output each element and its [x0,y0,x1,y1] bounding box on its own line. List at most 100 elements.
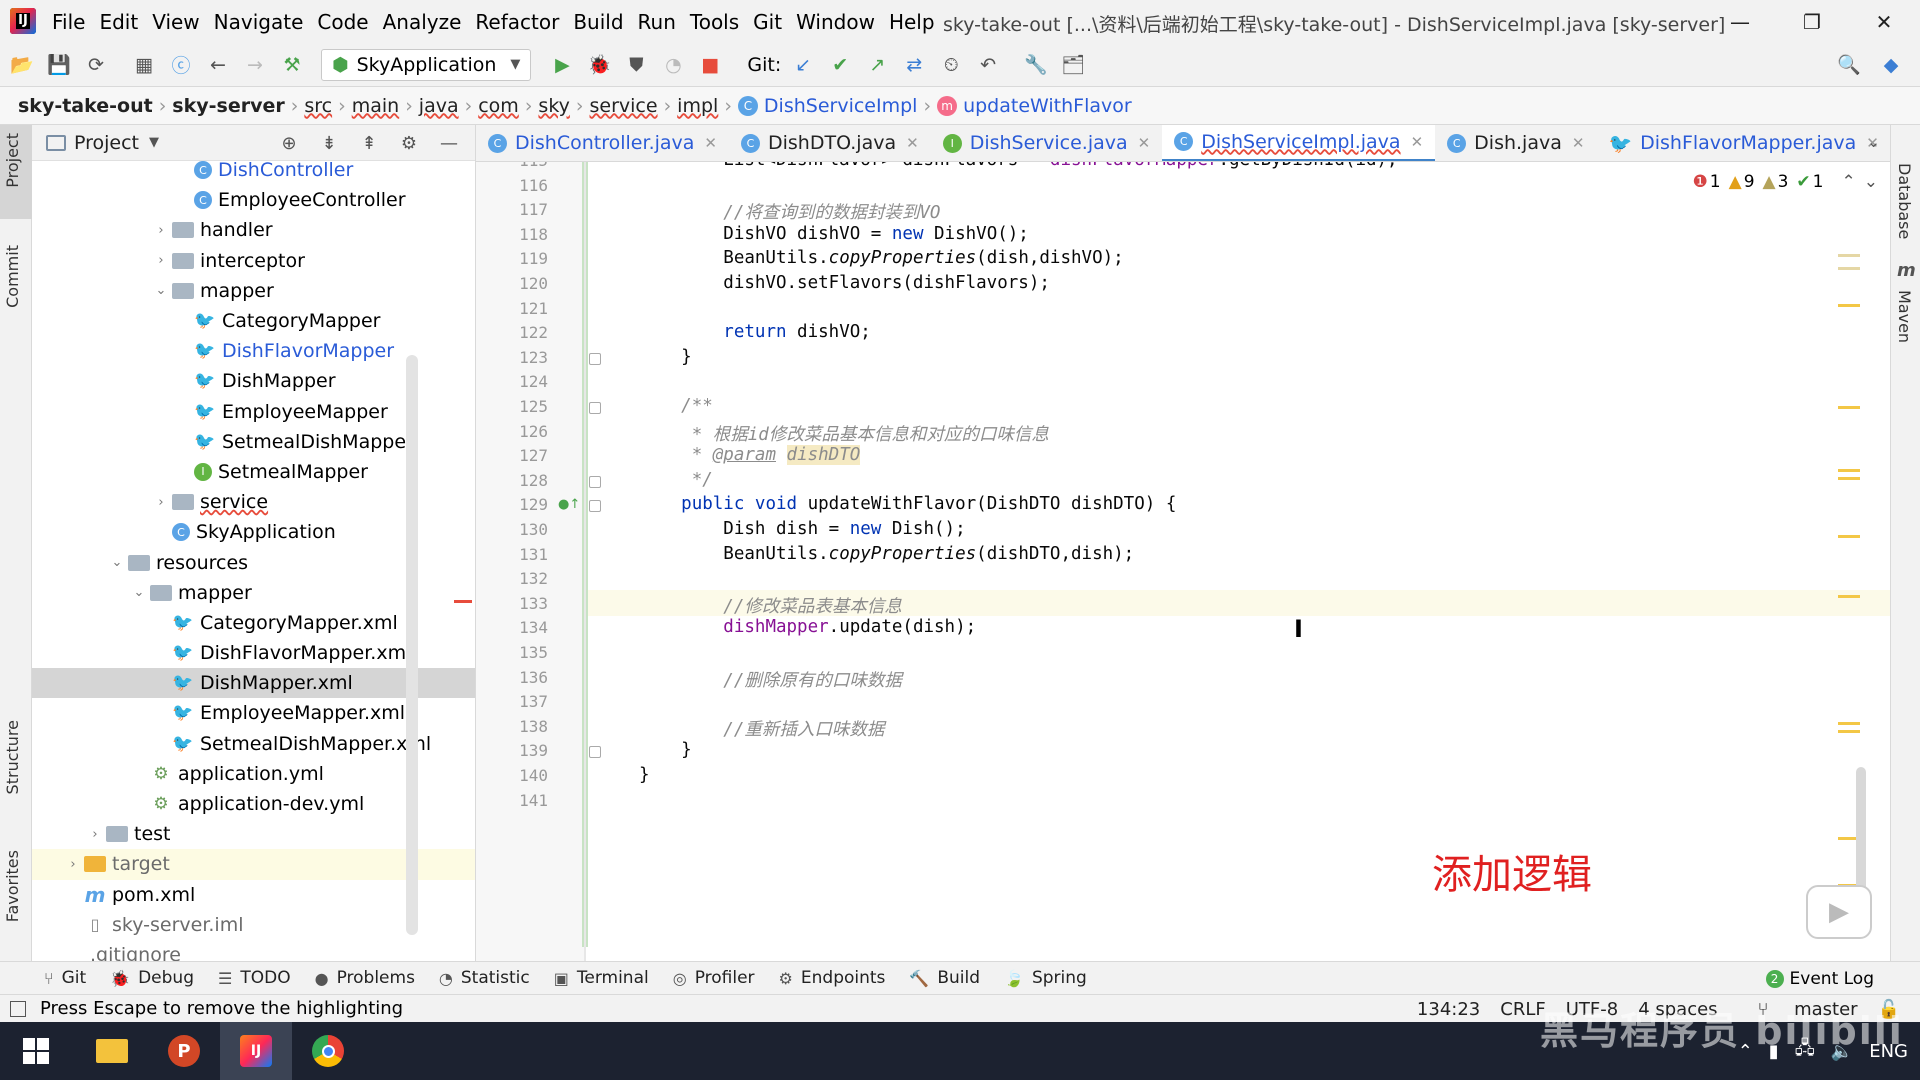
tool-window-statistic[interactable]: ◔ Statistic [439,968,530,988]
windows-start-icon[interactable] [0,1022,72,1080]
chevron-down-icon[interactable]: ⌄ [106,555,128,570]
menu-navigate[interactable]: Navigate [214,10,304,34]
menu-window[interactable]: Window [796,10,875,34]
next-highlight-icon[interactable]: ⌄ [1864,172,1878,192]
video-play-overlay-icon[interactable]: ▶ [1806,885,1872,939]
git-update-icon[interactable]: ↙ [788,50,818,80]
breadcrumb-item[interactable]: java [419,95,459,117]
run-configuration-select[interactable]: ⬢ SkyApplication ▼ [321,48,532,81]
back-arrow-icon[interactable]: ← [203,50,233,80]
breadcrumb-item[interactable]: src [304,95,332,117]
jetbrains-toolbox-icon[interactable]: ◆ [1876,50,1906,80]
chevron-right-icon[interactable]: › [150,253,172,268]
project-panel-title[interactable]: Project [74,132,139,154]
breadcrumb-item[interactable]: sky-server [172,95,284,117]
breadcrumb-item[interactable]: service [590,95,658,117]
fold-marker-icon[interactable] [589,402,601,414]
menu-refactor[interactable]: Refactor [475,10,559,34]
save-icon[interactable]: 💾 [44,50,74,80]
coverage-icon[interactable]: ⛊ [621,50,651,80]
menu-help[interactable]: Help [889,10,935,34]
chevron-down-icon[interactable]: ⌄ [150,283,172,298]
maven-tool-button[interactable]: Maven [1895,290,1914,343]
tree-item[interactable]: › handler [32,215,475,245]
favorites-tool-button[interactable]: Favorites [3,850,22,922]
tab-close-icon[interactable]: ✕ [704,134,717,152]
git-history-icon[interactable]: ⏲ [936,50,966,80]
previous-highlight-icon[interactable]: ⌃ [1842,172,1856,192]
menu-analyze[interactable]: Analyze [383,10,462,34]
tool-window-spring[interactable]: 🍃 Spring [1004,968,1087,988]
override-method-icon[interactable]: ●↑ [558,497,580,512]
breadcrumb-item[interactable]: main [352,95,399,117]
debug-icon[interactable]: 🐞 [584,50,614,80]
chevron-right-icon[interactable]: › [150,495,172,510]
line-separator[interactable]: CRLF [1500,999,1545,1020]
tool-window-profiler[interactable]: ◎ Profiler [673,968,755,988]
breadcrumb-item[interactable]: updateWithFlavor [963,95,1132,117]
forward-arrow-icon[interactable]: → [240,50,270,80]
tree-item[interactable]: ⌄ mapper [32,276,475,306]
collapse-all-icon[interactable]: ⇞ [349,133,389,154]
gear-icon[interactable]: ⚙ [389,133,429,154]
build-hammer-icon[interactable]: ⚒ [277,50,307,80]
tool-window-git[interactable]: ⑂ Git [44,968,86,988]
inspection-widget[interactable]: ❶1 ▲ 9 ▲ 3 ✔ 1 ⌃ ⌄ [1685,172,1878,192]
structure-tool-button[interactable]: Structure [3,720,22,794]
scroll-marker[interactable] [1838,406,1860,409]
sync-icon[interactable]: ⟳ [81,50,111,80]
scroll-marker[interactable] [1838,730,1860,733]
tab-dishdto-java[interactable]: C DishDTO.java ✕ [729,125,931,161]
chevron-down-icon[interactable]: ⌄ [128,585,150,600]
chevron-right-icon[interactable]: › [150,223,172,238]
scroll-marker[interactable] [1838,535,1860,538]
minimize-icon[interactable]: — [1704,10,1776,34]
tool-window-todo[interactable]: ☰ TODO [218,968,291,988]
powerpoint-icon[interactable]: P [148,1022,220,1080]
git-push-icon[interactable]: ↗ [862,50,892,80]
git-commit-icon[interactable]: ✔ [825,50,855,80]
close-icon[interactable]: ✕ [1848,10,1920,34]
tab-dish-java[interactable]: C Dish.java ✕ [1435,125,1596,161]
hide-icon[interactable]: — [429,133,469,154]
scroll-marker[interactable] [1838,722,1860,725]
tree-item[interactable]: 🐦 CategoryMapper [32,306,475,336]
menu-git[interactable]: Git [753,10,782,34]
tree-item[interactable]: .gitignore [32,940,475,961]
menu-tools[interactable]: Tools [690,10,739,34]
scroll-marker[interactable] [1838,304,1860,307]
tree-item[interactable]: C DishController [32,155,475,185]
tab-dishservice-java[interactable]: I DishService.java ✕ [931,125,1163,161]
tab-close-icon[interactable]: ✕ [1138,134,1151,152]
menu-build[interactable]: Build [573,10,623,34]
breadcrumb-item[interactable]: DishServiceImpl [764,95,918,117]
project-structure-folder-icon[interactable]: 🗂 [1058,50,1088,80]
menu-code[interactable]: Code [317,10,368,34]
commit-tool-button[interactable]: Commit [3,245,22,308]
profile-icon[interactable]: ◔ [658,50,688,80]
scroll-error-marker[interactable] [454,600,472,603]
restore-icon[interactable]: ❐ [1776,10,1848,34]
search-icon[interactable]: 🔍 [1834,50,1864,80]
file-explorer-icon[interactable] [76,1022,148,1080]
menu-view[interactable]: View [152,10,199,34]
chevron-right-icon[interactable]: › [84,827,106,842]
scroll-marker[interactable] [1838,254,1860,257]
fold-marker-icon[interactable] [589,475,601,488]
project-tool-button[interactable]: Project [3,133,22,188]
fold-marker-icon[interactable] [589,352,601,365]
tab-list-chevron-icon[interactable]: ⌄ [1867,133,1880,151]
tool-window-endpoints[interactable]: ⚙ Endpoints [779,968,886,988]
open-folder-icon[interactable]: 📂 [7,50,37,80]
run-icon[interactable]: ▶ [547,50,577,80]
tab-dishcontroller-java[interactable]: C DishController.java ✕ [476,125,729,161]
tool-window-debug[interactable]: 🐞 Debug [110,968,194,988]
stop-icon[interactable]: ■ [695,50,725,80]
fold-marker-icon[interactable] [589,746,601,759]
database-tool-button[interactable]: Database [1895,163,1914,239]
project-scrollbar[interactable] [406,355,418,935]
tab-dishserviceimpl-java[interactable]: C DishServiceImpl.java ✕ [1162,125,1436,161]
intellij-taskbar-icon[interactable]: IJ [220,1022,292,1080]
scroll-marker[interactable] [1838,469,1860,472]
toggle-toolwindows-icon[interactable] [10,1000,26,1017]
